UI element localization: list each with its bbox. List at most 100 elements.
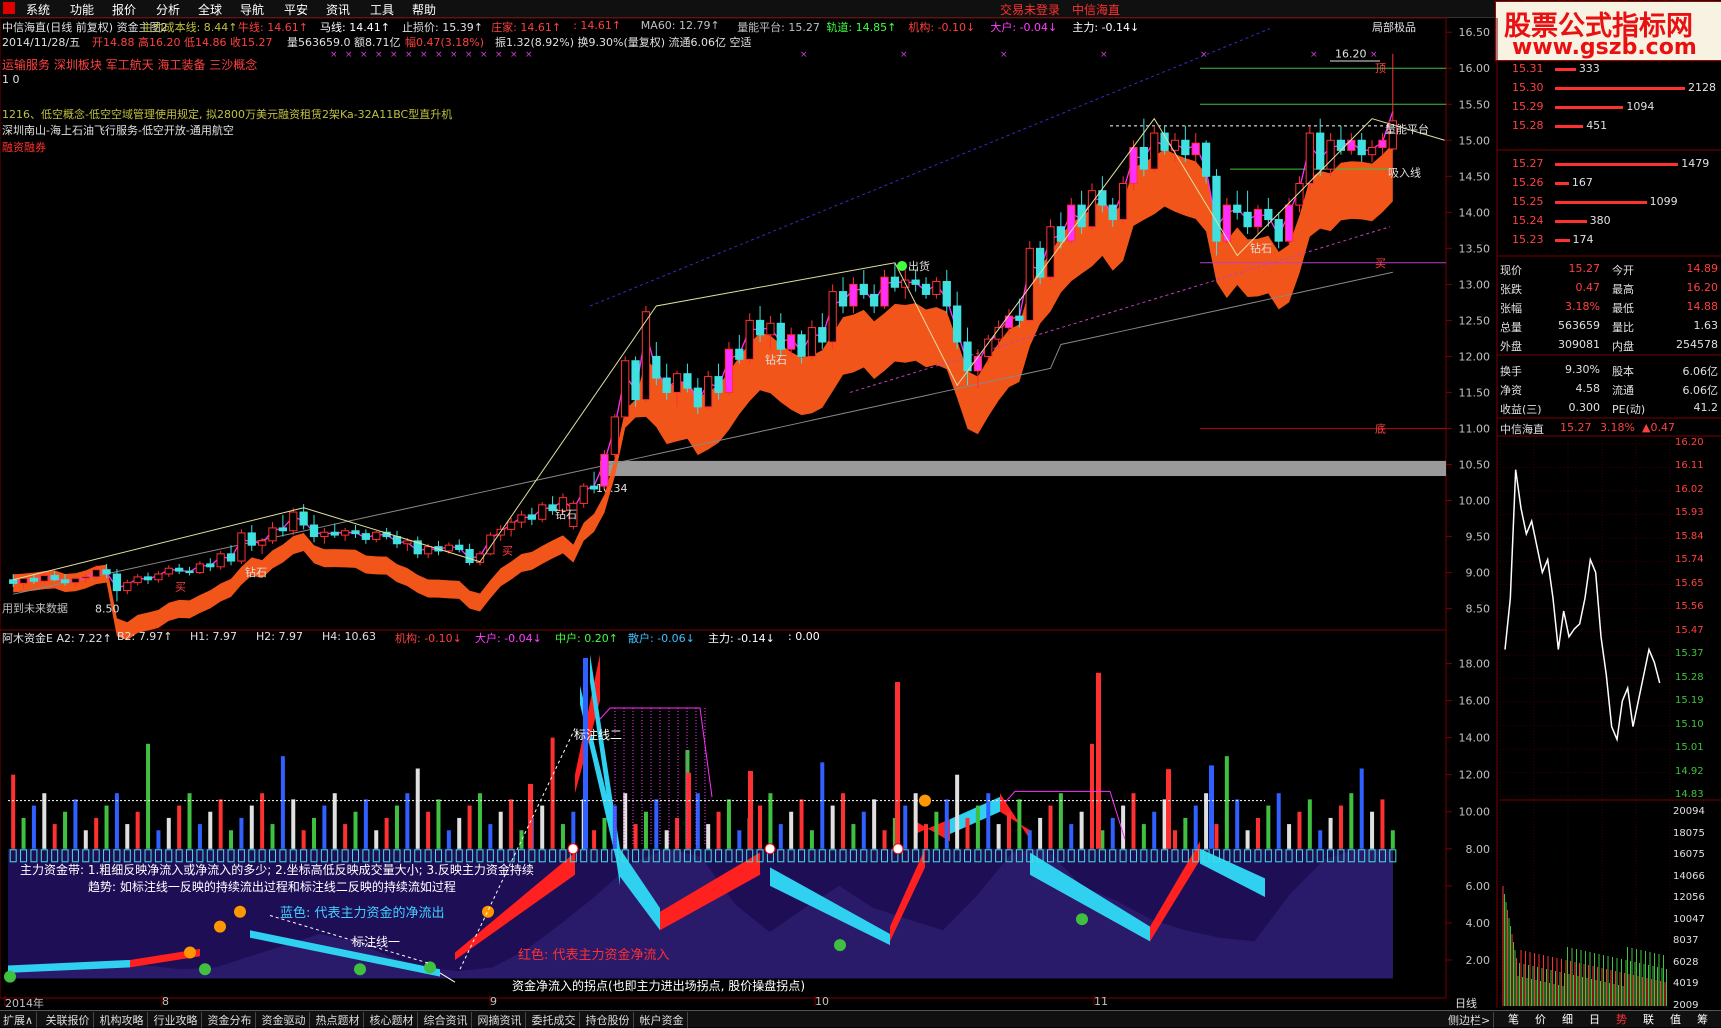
- right-tab-1: 价: [1535, 1013, 1546, 1026]
- time-axis-label-4: 11: [1094, 995, 1108, 1008]
- candle-body: [154, 573, 163, 581]
- flow-spike-3: [1209, 765, 1214, 849]
- quote-label-3: 总量: [1500, 321, 1522, 334]
- quote-label2-2: 最低: [1612, 302, 1634, 315]
- flow-bar: [187, 793, 192, 849]
- candle-body: [423, 546, 433, 555]
- sub-axis-label-0: 18.00: [1459, 658, 1491, 671]
- candle-body: [704, 376, 713, 408]
- candle-body: [1316, 132, 1325, 170]
- flow-bar: [602, 817, 607, 849]
- ask-bar-0: [1555, 68, 1576, 71]
- quote-label2-1: 最高: [1612, 283, 1634, 296]
- candle-body: [631, 360, 640, 401]
- marker-x2-2: ×: [1000, 50, 1008, 60]
- sub-note-2: 趋势: 如标注线一反映的持续流出过程和标注线二反映的持续流如过程: [88, 880, 456, 894]
- sub-note-line2: 标注线二: [574, 728, 623, 742]
- flow-bar: [467, 805, 472, 849]
- mini-title-pct: 3.18%: [1600, 421, 1635, 434]
- candle-body: [123, 582, 132, 592]
- candle-body: [714, 376, 723, 393]
- mini-axis-label-5: 15.74: [1675, 554, 1704, 566]
- header-line1-item-1: 主力成本线: 8.44↑: [141, 21, 238, 34]
- flow-bar: [830, 805, 835, 849]
- flow-bar: [1058, 793, 1063, 849]
- marker-x-12: ×: [510, 50, 518, 60]
- flow-bar: [166, 817, 171, 849]
- candle-body: [1305, 132, 1314, 185]
- bid-vol-1: 167: [1571, 176, 1593, 189]
- candle-body: [1274, 219, 1283, 242]
- quote-label2-0: 今开: [1612, 264, 1634, 277]
- flow-bar: [1255, 817, 1260, 849]
- flow-bar: [94, 817, 99, 849]
- candle-body: [1357, 139, 1366, 156]
- flow-bar: [1152, 811, 1157, 849]
- candle-body: [870, 293, 879, 307]
- candle-body: [984, 338, 993, 357]
- sub-header-item-10: : 0.00: [788, 630, 820, 643]
- marker-x2-0: ×: [800, 50, 808, 60]
- candle-body: [206, 563, 215, 568]
- candle-body: [1284, 204, 1294, 242]
- flow-bar: [405, 793, 410, 849]
- flow-bar: [571, 811, 576, 849]
- flow-bar: [1141, 824, 1146, 849]
- flow-bar: [394, 805, 399, 849]
- main-axis-label-15: 9.00: [1466, 567, 1491, 580]
- candle-body: [226, 553, 236, 562]
- sub-note-line1: 标注线一: [352, 935, 401, 949]
- candle-body: [672, 373, 682, 393]
- flow-bar: [353, 811, 358, 849]
- signal-dot-5: [1076, 913, 1088, 926]
- candle-body: [81, 576, 90, 579]
- flow-bar: [208, 811, 213, 849]
- ask-vol-1: 2128: [1688, 81, 1716, 94]
- candle-body: [340, 530, 350, 536]
- marker-x2-5: ×: [1310, 50, 1318, 60]
- flow-bar: [789, 811, 794, 849]
- candle-body: [9, 579, 18, 584]
- mini-axis-label-2: 16.02: [1675, 483, 1704, 495]
- header-line1-item-5: 庄家: 14.61↑: [491, 21, 562, 34]
- candle-body: [455, 544, 464, 551]
- candle-body: [444, 544, 453, 552]
- flow-bar: [592, 830, 597, 849]
- candle-body: [849, 283, 858, 307]
- bid-price-1: 15.26: [1512, 176, 1544, 189]
- candle-body: [1191, 142, 1200, 156]
- time-axis-label-0: 2014年: [5, 997, 44, 1010]
- candle-body: [92, 569, 101, 578]
- quote-label-1: 张跌: [1500, 283, 1522, 296]
- bid-price-0: 15.27: [1512, 157, 1544, 170]
- main-axis-label-1: 16.00: [1459, 62, 1491, 75]
- candle-body: [828, 291, 837, 343]
- quote-label2-7: PE(动): [1612, 403, 1646, 416]
- candle-body: [299, 511, 308, 526]
- flow-bar: [861, 811, 866, 849]
- marker-x-3: ×: [375, 50, 383, 60]
- flow-bar: [301, 830, 306, 849]
- main-axis-label-13: 10.00: [1459, 495, 1491, 508]
- candle-body: [309, 524, 319, 538]
- header-line2-item-1: 开14.88 高16.20 低14.86 收15.27: [92, 36, 273, 49]
- label-diamond-2: 钻石: [555, 507, 577, 521]
- candle-body: [268, 527, 277, 542]
- header-line2-item-2: 量563659.0 额8.71亿: [287, 36, 401, 49]
- bracket-2: [1004, 790, 1126, 840]
- label-absorb-line: 吸入线: [1388, 165, 1421, 179]
- marker-x-1: ×: [345, 50, 353, 60]
- mini-vol-axis-5: 10047: [1673, 913, 1705, 925]
- flow-bar: [550, 737, 555, 849]
- mini-axis-label-8: 15.47: [1675, 624, 1704, 636]
- candle-body: [652, 355, 661, 379]
- candle-body: [1129, 146, 1138, 185]
- main-axis-label-9: 12.00: [1459, 350, 1491, 363]
- main-axis-label-0: 16.50: [1459, 26, 1491, 39]
- flow-bar: [851, 824, 856, 849]
- flow-bar: [540, 805, 545, 849]
- flow-bar: [664, 830, 669, 849]
- candle-body: [610, 416, 619, 455]
- flow-bar: [312, 817, 317, 849]
- candle-body: [1233, 204, 1242, 213]
